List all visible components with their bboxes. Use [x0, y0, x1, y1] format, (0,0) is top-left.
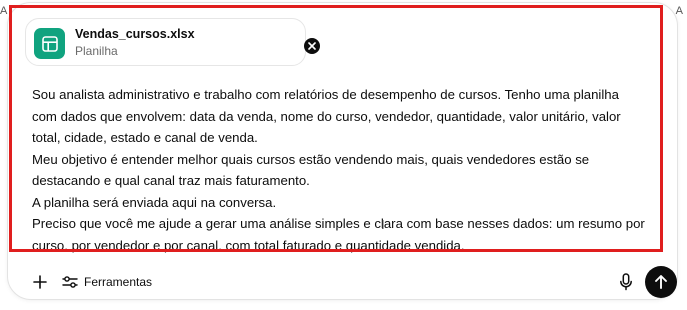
- text-cursor-icon: I: [381, 217, 385, 232]
- spreadsheet-icon: [34, 28, 65, 59]
- attachment-file-name: Vendas_cursos.xlsx: [75, 27, 195, 41]
- sliders-icon: [62, 276, 78, 288]
- microphone-button[interactable]: [615, 270, 637, 294]
- message-line: Sou analista administrativo e trabalho c…: [32, 87, 619, 102]
- tools-label: Ferramentas: [84, 275, 153, 289]
- message-line: destacando e qual canal traz mais fatura…: [32, 173, 310, 188]
- tools-button[interactable]: Ferramentas: [62, 271, 152, 293]
- microphone-icon: [620, 273, 632, 291]
- close-icon: [308, 42, 316, 50]
- send-button[interactable]: [645, 266, 677, 298]
- message-composer[interactable]: Vendas_cursos.xlsx Planilha Sou analista…: [7, 2, 678, 300]
- edge-text-right: A: [675, 5, 683, 17]
- attachment-file-type: Planilha: [75, 44, 118, 58]
- message-line: Preciso que você me ajude a gerar uma an…: [32, 216, 645, 231]
- arrow-up-icon: [655, 275, 667, 289]
- edge-text-left: A: [0, 5, 8, 17]
- add-button[interactable]: [29, 271, 51, 293]
- message-line: A planilha será enviada aqui na conversa…: [32, 194, 277, 210]
- message-line: com dados que envolvem: data da venda, n…: [32, 108, 621, 124]
- plus-icon: [33, 275, 47, 289]
- message-line: Meu objetivo é entender melhor quais cur…: [32, 151, 590, 167]
- attachment-card[interactable]: Vendas_cursos.xlsx Planilha: [25, 18, 320, 66]
- message-line: total, cidade, estado e canal de venda.: [32, 130, 258, 145]
- remove-attachment-button[interactable]: [304, 38, 320, 54]
- message-line: curso, por vendedor e por canal, com tot…: [32, 237, 465, 253]
- message-text[interactable]: Sou analista administrativo e trabalho c…: [32, 84, 672, 256]
